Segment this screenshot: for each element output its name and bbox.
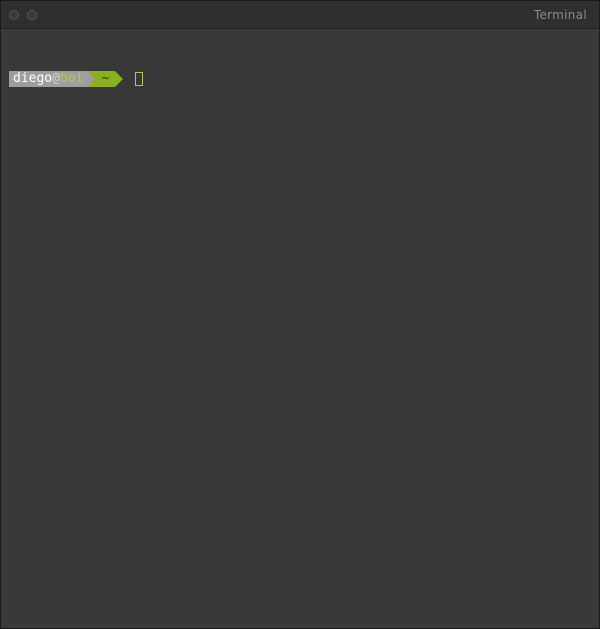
prompt-user-segment: diego@boi: [9, 71, 87, 87]
prompt-at: @: [52, 71, 60, 87]
chevron-right-icon: [87, 71, 95, 87]
titlebar: Terminal: [1, 1, 599, 29]
prompt-dir: ~: [101, 71, 109, 87]
chevron-right-icon: [115, 71, 123, 87]
prompt-dir-segment: ~: [95, 71, 115, 87]
close-icon[interactable]: [9, 10, 19, 20]
window-title: Terminal: [534, 8, 587, 22]
minimize-icon[interactable]: [27, 10, 37, 20]
prompt-user: diego: [13, 71, 52, 87]
text-cursor: [135, 72, 143, 86]
prompt-line: diego@boi ~: [9, 71, 591, 87]
prompt-host: boi: [60, 71, 83, 87]
window-controls: [9, 10, 37, 20]
terminal-window: Terminal diego@boi ~: [0, 0, 600, 629]
terminal-area[interactable]: diego@boi ~: [9, 33, 591, 620]
